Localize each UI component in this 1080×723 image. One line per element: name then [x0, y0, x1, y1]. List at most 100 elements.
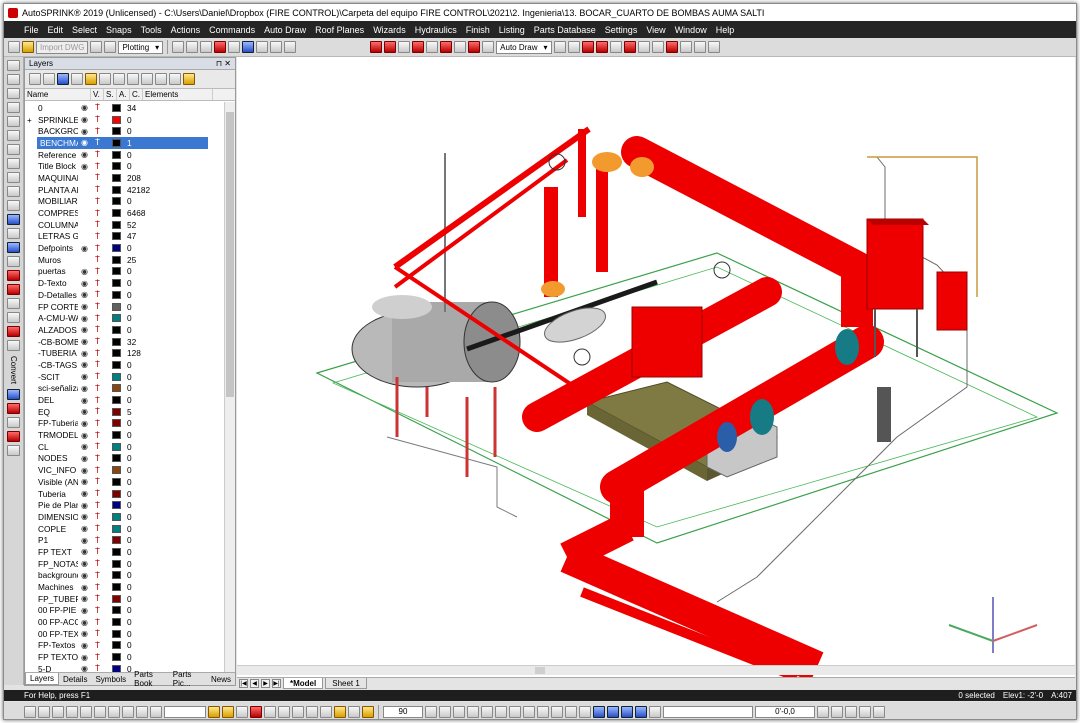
visibility-eye-icon[interactable]: ◉: [78, 594, 91, 603]
lock-icon[interactable]: Ṫ: [91, 244, 104, 253]
tool-a-icon[interactable]: [553, 41, 566, 53]
cross2-icon[interactable]: [320, 705, 332, 718]
layer-color-swatch[interactable]: [112, 384, 121, 393]
lock-icon[interactable]: Ṫ: [91, 524, 104, 533]
layer-row[interactable]: Tuberia ◉ Ṫ 0: [25, 488, 225, 500]
layer-props-icon[interactable]: [57, 73, 69, 85]
layer-isolate-icon[interactable]: [113, 73, 125, 85]
snap-field[interactable]: [164, 705, 206, 718]
tool-f-icon[interactable]: [623, 41, 636, 53]
lock-icon[interactable]: Ṫ: [91, 454, 104, 463]
coupling-icon[interactable]: [468, 41, 481, 53]
grid-tool-icon[interactable]: [242, 41, 255, 53]
print-preview-icon[interactable]: [104, 41, 117, 53]
layer-color-swatch[interactable]: [112, 431, 121, 440]
lock-icon[interactable]: Ṫ: [91, 115, 104, 124]
snap-center-icon[interactable]: [52, 705, 64, 718]
line-icon[interactable]: [7, 200, 20, 211]
layer-row[interactable]: P1 ◉ Ṫ 0: [25, 534, 225, 546]
b2-icon[interactable]: [467, 705, 479, 718]
move-icon[interactable]: [7, 144, 20, 155]
visibility-eye-icon[interactable]: ◉: [78, 512, 91, 521]
lock-icon[interactable]: Ṫ: [91, 641, 104, 650]
layer-row[interactable]: NODES ◉ Ṫ 0: [25, 453, 225, 465]
array-icon[interactable]: [7, 186, 20, 197]
b5-icon[interactable]: [509, 705, 521, 718]
layer-row[interactable]: -CB-BOMBA◉Ṫ 32: [25, 336, 225, 348]
panel-tab[interactable]: News: [207, 673, 235, 685]
visibility-eye-icon[interactable]: ◉: [78, 360, 91, 369]
layer-row[interactable]: FP TEXTO DET...◉Ṫ 0: [25, 651, 225, 663]
layer-row[interactable]: + SPRINKLER S...◉Ṫ 0: [25, 114, 225, 126]
menu-item[interactable]: Window: [671, 25, 712, 35]
snap-mid-icon[interactable]: [38, 705, 50, 718]
layer-color-swatch[interactable]: [112, 162, 121, 171]
cross-icon[interactable]: [306, 705, 318, 718]
visibility-eye-icon[interactable]: ◉: [78, 279, 91, 288]
sheet-tab[interactable]: Sheet 1: [325, 678, 367, 689]
tool-j-icon[interactable]: [679, 41, 692, 53]
tool-h-icon[interactable]: [651, 41, 664, 53]
layer-color-swatch[interactable]: [112, 360, 121, 369]
layer-color-swatch[interactable]: [112, 583, 121, 592]
visibility-eye-icon[interactable]: ◉: [78, 325, 91, 334]
layer-color-swatch[interactable]: [112, 571, 121, 580]
menu-item[interactable]: Settings: [601, 25, 643, 35]
layer-row[interactable]: -CB-TAGS ◉ Ṫ 0: [25, 359, 225, 371]
lock-icon[interactable]: Ṫ: [91, 501, 104, 510]
layer-color-swatch[interactable]: [112, 173, 121, 182]
lock-icon[interactable]: Ṫ: [91, 442, 104, 451]
layer-color-swatch[interactable]: [112, 454, 121, 463]
visibility-eye-icon[interactable]: ◉: [78, 138, 91, 147]
lock-icon[interactable]: Ṫ: [91, 290, 104, 299]
snap-ins-icon[interactable]: [122, 705, 134, 718]
layer-row[interactable]: 00 FP-TEXTOS◉Ṫ 0: [25, 628, 225, 640]
lock-icon[interactable]: Ṫ: [91, 337, 104, 346]
lock-icon[interactable]: Ṫ: [91, 512, 104, 521]
hanger-icon[interactable]: [398, 41, 411, 53]
panel-tab[interactable]: Parts Book: [130, 670, 169, 688]
visibility-eye-icon[interactable]: ◉: [78, 524, 91, 533]
lock-icon[interactable]: Ṫ: [91, 653, 104, 662]
tee-icon[interactable]: [440, 41, 453, 53]
visibility-eye-icon[interactable]: ◉: [78, 477, 91, 486]
expand-icon[interactable]: +: [27, 116, 32, 125]
tool-e-icon[interactable]: [609, 41, 622, 53]
erase-icon[interactable]: [7, 116, 20, 127]
flow-icon[interactable]: [7, 312, 20, 323]
layer-color-swatch[interactable]: [112, 244, 121, 253]
snap-node-icon[interactable]: [66, 705, 78, 718]
model-viewport[interactable]: [237, 57, 1075, 677]
snap-perp-icon[interactable]: [136, 705, 148, 718]
b1-icon[interactable]: [453, 705, 465, 718]
menu-item[interactable]: Select: [68, 25, 102, 35]
layer-color-swatch[interactable]: [112, 536, 121, 545]
column-header[interactable]: Elements: [143, 89, 213, 100]
layer-color-swatch[interactable]: [112, 419, 121, 428]
visibility-eye-icon[interactable]: ◉: [78, 536, 91, 545]
visibility-eye-icon[interactable]: ◉: [78, 150, 91, 159]
visibility-eye-icon[interactable]: ◉: [78, 606, 91, 615]
layer-row[interactable]: BACKGROUND◉Ṫ 0: [25, 125, 225, 137]
visibility-eye-icon[interactable]: ◉: [78, 571, 91, 580]
b9-icon[interactable]: [565, 705, 577, 718]
snap-ext-icon[interactable]: [108, 705, 120, 718]
lock-icon[interactable]: Ṫ: [91, 618, 104, 627]
lwt-icon[interactable]: [264, 705, 276, 718]
sheet-tab[interactable]: *Model: [283, 678, 324, 689]
layer-refresh-icon[interactable]: [169, 73, 181, 85]
visibility-eye-icon[interactable]: ◉: [78, 127, 91, 136]
menu-item[interactable]: Finish: [462, 25, 495, 35]
layer-color-swatch[interactable]: [112, 349, 121, 358]
layer-color-swatch[interactable]: [112, 594, 121, 603]
tool-d-icon[interactable]: [595, 41, 608, 53]
redo-icon[interactable]: [155, 73, 167, 85]
report-icon[interactable]: [7, 431, 20, 443]
layer-row[interactable]: FP TEXT ◉ Ṫ 0: [25, 546, 225, 558]
layer-color-swatch[interactable]: [112, 396, 121, 405]
copy-icon[interactable]: [7, 130, 20, 141]
visibility-eye-icon[interactable]: ◉: [78, 384, 91, 393]
tool-i-icon[interactable]: [665, 41, 678, 53]
star-icon[interactable]: [334, 705, 346, 718]
layer-row[interactable]: DIMENSIONES◉Ṫ 0: [25, 511, 225, 523]
